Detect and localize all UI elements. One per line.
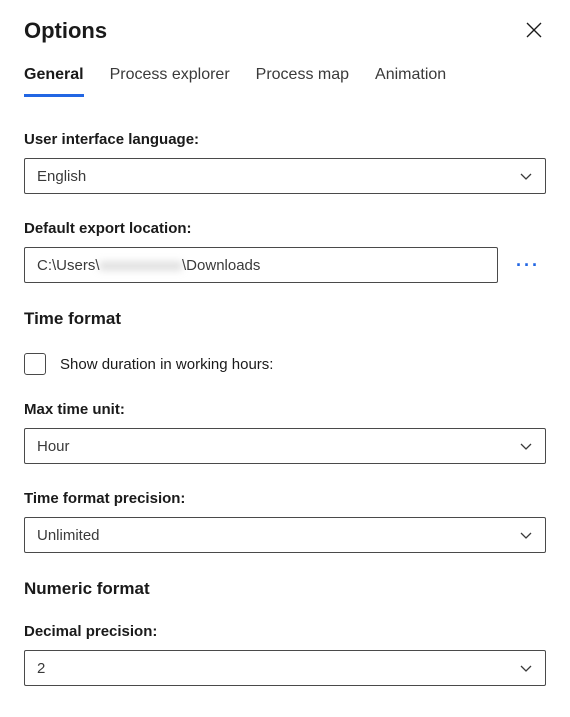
export-location-row: C:\Users\xxxxxxxxxxx\Downloads ···	[24, 247, 546, 283]
dialog-header: Options	[24, 18, 546, 44]
tab-animation[interactable]: Animation	[375, 66, 446, 97]
max-time-unit-label: Max time unit:	[24, 401, 546, 418]
tab-bar: General Process explorer Process map Ani…	[24, 66, 546, 97]
ui-language-label: User interface language:	[24, 131, 546, 148]
chevron-down-icon	[519, 528, 533, 542]
export-path-prefix: C:\Users\	[37, 257, 100, 274]
time-format-section: Time format	[24, 309, 546, 329]
chevron-down-icon	[519, 661, 533, 675]
time-precision-label: Time format precision:	[24, 490, 546, 507]
tab-process-map[interactable]: Process map	[256, 66, 349, 97]
show-working-hours-checkbox[interactable]	[24, 353, 46, 375]
export-path-suffix: \Downloads	[182, 257, 260, 274]
decimal-precision-label: Decimal precision:	[24, 623, 546, 640]
show-working-hours-label: Show duration in working hours:	[60, 356, 273, 373]
export-path-redacted: xxxxxxxxxxx	[100, 257, 183, 274]
chevron-down-icon	[519, 169, 533, 183]
decimal-precision-select[interactable]: 2	[24, 650, 546, 686]
export-location-input[interactable]: C:\Users\xxxxxxxxxxx\Downloads	[24, 247, 498, 283]
show-working-hours-row: Show duration in working hours:	[24, 353, 546, 375]
close-button[interactable]	[522, 18, 546, 42]
dialog-title: Options	[24, 18, 107, 44]
more-icon: ···	[516, 255, 540, 275]
close-icon	[526, 22, 542, 38]
ui-language-select[interactable]: English	[24, 158, 546, 194]
max-time-unit-value: Hour	[37, 438, 70, 455]
export-location-label: Default export location:	[24, 220, 546, 237]
tab-general[interactable]: General	[24, 66, 84, 97]
numeric-format-section: Numeric format	[24, 579, 546, 599]
decimal-precision-value: 2	[37, 660, 45, 677]
time-precision-select[interactable]: Unlimited	[24, 517, 546, 553]
time-precision-value: Unlimited	[37, 527, 100, 544]
max-time-unit-select[interactable]: Hour	[24, 428, 546, 464]
tab-process-explorer[interactable]: Process explorer	[110, 66, 230, 97]
chevron-down-icon	[519, 439, 533, 453]
browse-button[interactable]: ···	[510, 251, 546, 280]
ui-language-value: English	[37, 168, 86, 185]
